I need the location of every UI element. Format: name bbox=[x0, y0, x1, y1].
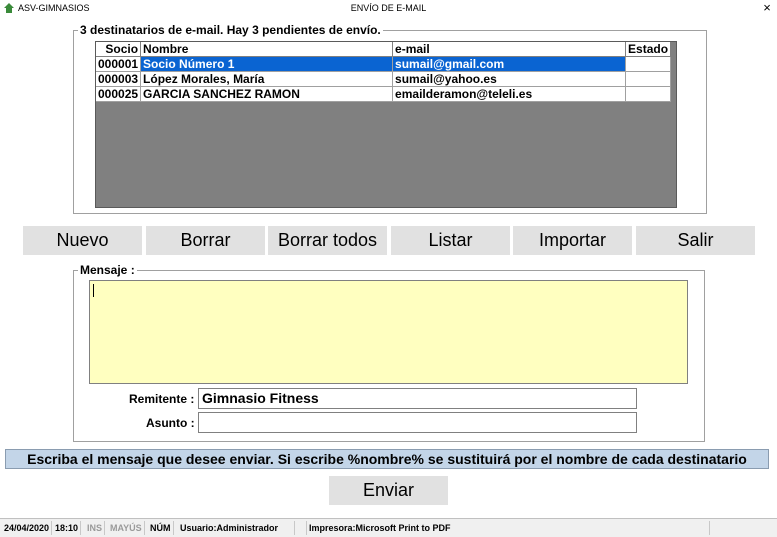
cell-estado bbox=[625, 56, 672, 72]
listar-button[interactable]: Listar bbox=[391, 226, 510, 255]
cell-email: emailderamon@teleli.es bbox=[392, 86, 627, 102]
send-button[interactable]: Enviar bbox=[329, 476, 448, 505]
cell-nombre: López Morales, María bbox=[140, 71, 394, 87]
cell-email: sumail@yahoo.es bbox=[392, 71, 627, 87]
status-ins: INS bbox=[85, 521, 106, 535]
column-header-nombre[interactable]: Nombre bbox=[140, 42, 394, 57]
column-header-estado[interactable]: Estado bbox=[625, 42, 672, 57]
cell-estado bbox=[625, 86, 672, 102]
status-bar: 24/04/2020 18:10 INS MAYÚS NÚM Usuario:A… bbox=[0, 518, 777, 537]
cell-socio: 000001 bbox=[96, 56, 142, 72]
cell-socio: 000003 bbox=[96, 71, 142, 87]
table-row[interactable]: 000003 López Morales, María sumail@yahoo… bbox=[96, 71, 672, 87]
status-user: Usuario:Administrador bbox=[178, 521, 295, 535]
table-row[interactable]: 000001 Socio Número 1 sumail@gmail.com bbox=[96, 56, 672, 72]
subject-label: Asunto : bbox=[146, 416, 195, 430]
status-num: NÚM bbox=[148, 521, 174, 535]
cell-nombre: Socio Número 1 bbox=[140, 56, 394, 72]
recipients-grid[interactable]: Socio Nombre e-mail Estado 000001 Socio … bbox=[95, 41, 677, 208]
sender-input[interactable]: Gimnasio Fitness bbox=[198, 388, 637, 409]
status-date: 24/04/2020 bbox=[2, 521, 53, 535]
message-textarea[interactable] bbox=[89, 280, 688, 384]
cell-nombre: GARCIA SANCHEZ RAMON bbox=[140, 86, 394, 102]
cell-socio: 000025 bbox=[96, 86, 142, 102]
message-legend: Mensaje : bbox=[80, 263, 135, 277]
status-printer: Impresora:Microsoft Print to PDF bbox=[306, 521, 710, 535]
title-bar: ASV-GIMNASIOS ENVÍO DE E-MAIL × bbox=[0, 0, 777, 18]
status-mayus: MAYÚS bbox=[108, 521, 145, 535]
text-caret bbox=[93, 284, 94, 297]
recipients-table: Socio Nombre e-mail Estado 000001 Socio … bbox=[96, 42, 672, 102]
recipients-legend: 3 destinatarios de e-mail. Hay 3 pendien… bbox=[80, 23, 381, 37]
borrar-todos-button[interactable]: Borrar todos bbox=[268, 226, 387, 255]
table-header-row: Socio Nombre e-mail Estado bbox=[96, 42, 672, 57]
importar-button[interactable]: Importar bbox=[513, 226, 632, 255]
status-time: 18:10 bbox=[53, 521, 82, 535]
nuevo-button[interactable]: Nuevo bbox=[23, 226, 142, 255]
cell-estado bbox=[625, 71, 672, 87]
column-header-email[interactable]: e-mail bbox=[392, 42, 627, 57]
cell-email: sumail@gmail.com bbox=[392, 56, 627, 72]
salir-button[interactable]: Salir bbox=[636, 226, 755, 255]
subject-input[interactable] bbox=[198, 412, 637, 433]
window-title: ENVÍO DE E-MAIL bbox=[350, 3, 427, 13]
table-row[interactable]: 000025 GARCIA SANCHEZ RAMON emailderamon… bbox=[96, 86, 672, 102]
sender-label: Remitente : bbox=[129, 392, 195, 406]
hint-bar: Escriba el mensaje que desee enviar. Si … bbox=[5, 449, 769, 469]
column-header-socio[interactable]: Socio bbox=[96, 42, 142, 57]
borrar-button[interactable]: Borrar bbox=[146, 226, 265, 255]
close-icon[interactable]: × bbox=[758, 0, 776, 16]
